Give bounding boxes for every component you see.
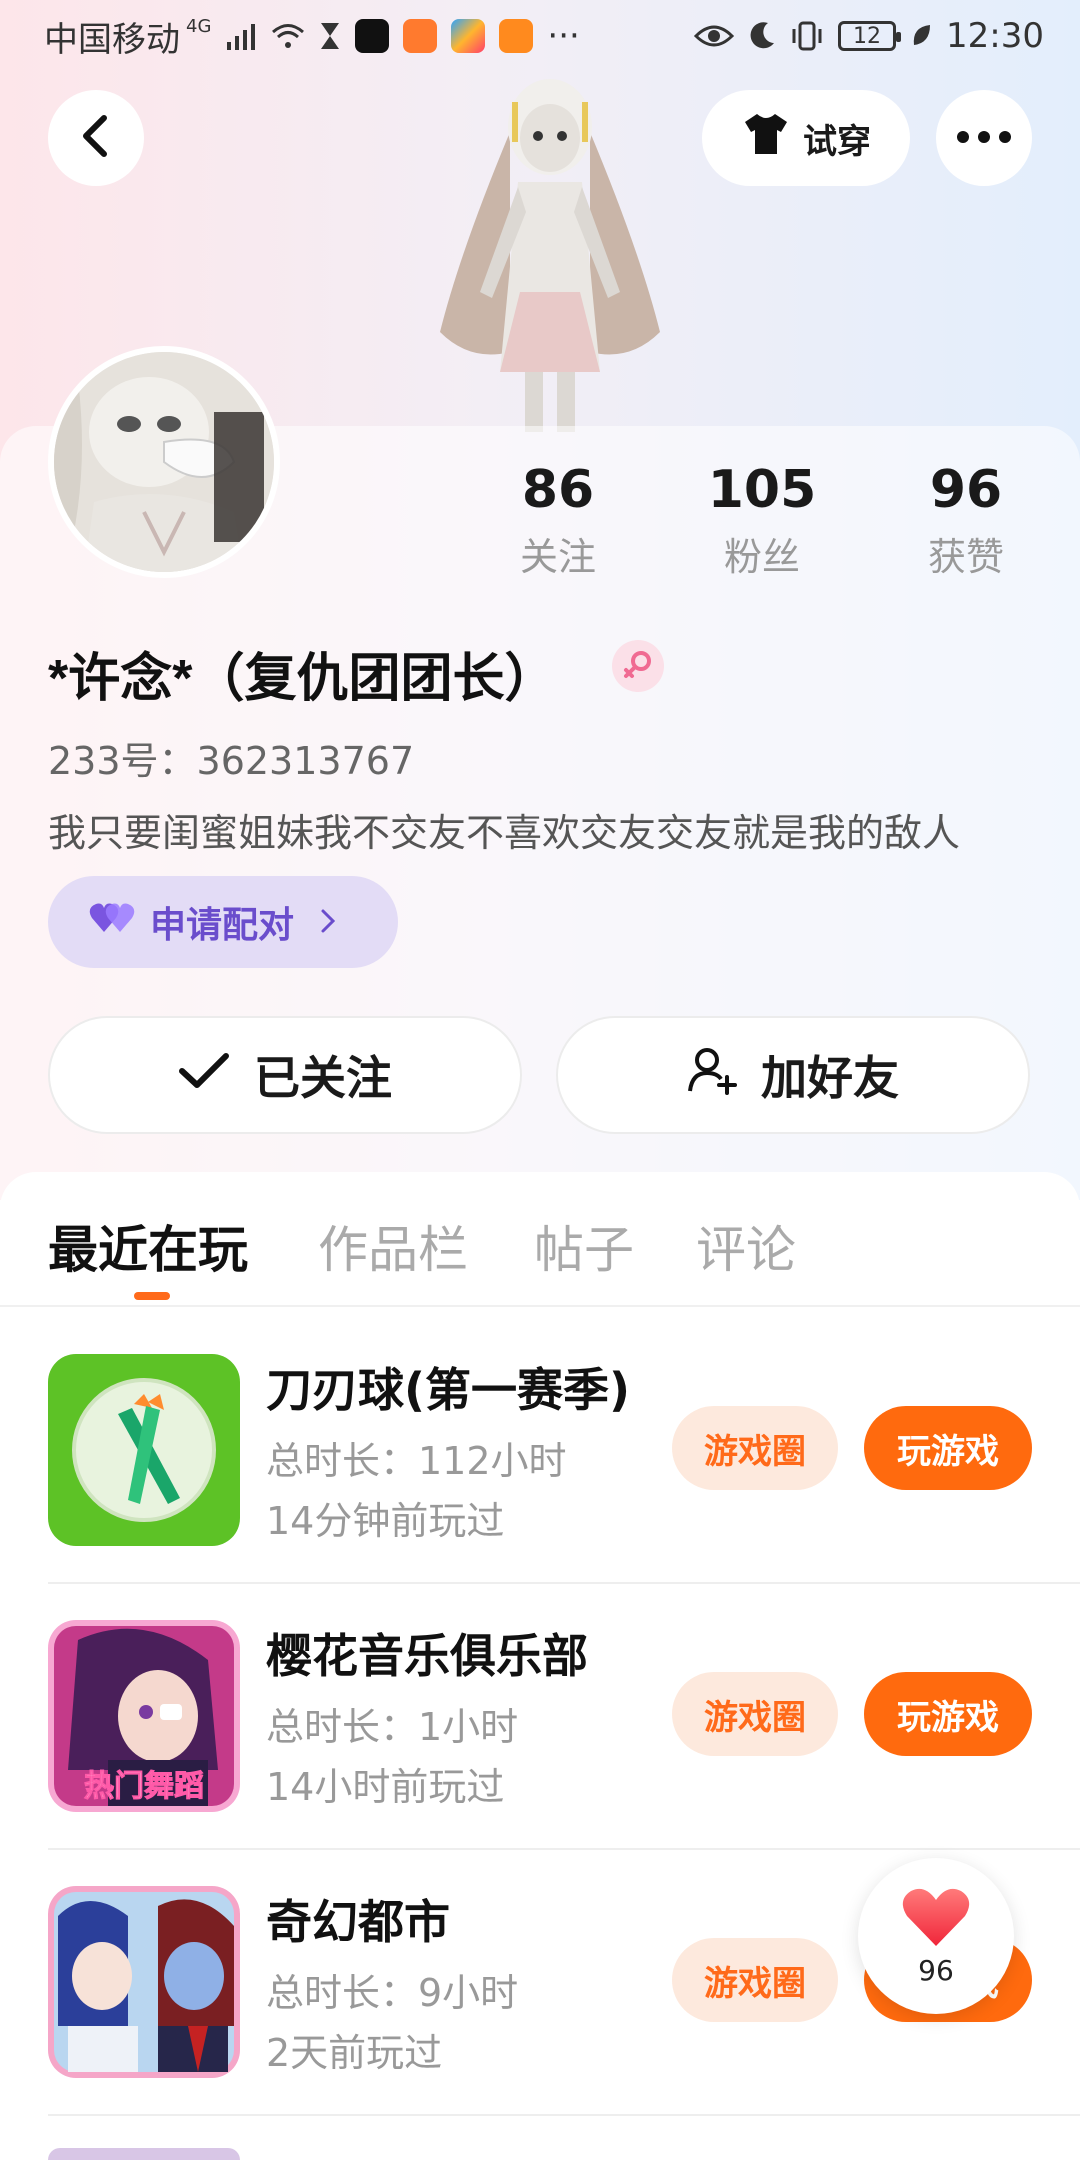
game-title: 刀刃球(第一赛季) xyxy=(266,1363,631,1417)
game-duration: 总时长：1小时 xyxy=(266,1705,519,1749)
stat-following-value: 86 xyxy=(521,460,595,520)
moon-icon xyxy=(748,21,776,51)
app-notification-icon-2 xyxy=(451,19,486,53)
profile-tabs: 最近在玩 作品栏 帖子 评论 xyxy=(0,1210,1080,1304)
user-avatar[interactable] xyxy=(48,346,280,578)
add-friend-button[interactable]: 加好友 xyxy=(556,1016,1030,1134)
stat-likes-value: 96 xyxy=(929,460,1003,520)
add-friend-label: 加好友 xyxy=(761,1051,899,1105)
game-title: 樱花音乐俱乐部 xyxy=(266,1629,588,1683)
status-bar: 中国移动 4G ··· 12 12:30 xyxy=(0,0,1080,72)
leaf-icon xyxy=(910,23,932,49)
app-notification-icon xyxy=(403,19,438,53)
add-user-icon xyxy=(687,1045,737,1106)
wifi-icon xyxy=(271,22,305,50)
carrier-label: 中国移动 xyxy=(44,19,180,60)
network-label: 4G xyxy=(186,15,212,37)
tab-recently-played[interactable]: 最近在玩 xyxy=(48,1210,248,1282)
game-icon-sakura-music-club[interactable]: 热门舞蹈 xyxy=(48,1620,240,1812)
game-duration: 总时长：9小时 xyxy=(266,1971,519,2015)
game-circle-button[interactable]: 游戏圈 xyxy=(672,1672,838,1756)
stat-followers-value: 105 xyxy=(707,460,817,520)
more-dots-icon xyxy=(956,129,1012,148)
game-icon-partial[interactable] xyxy=(48,2148,240,2160)
battery-level: 12 xyxy=(853,23,882,49)
capcut-app-icon xyxy=(355,19,390,53)
play-game-button[interactable]: 玩游戏 xyxy=(864,1406,1032,1490)
female-gender-icon xyxy=(612,640,664,692)
game-icon-badge-text: 热门舞蹈 xyxy=(84,1770,204,1803)
stat-followers[interactable]: 105 粉丝 xyxy=(682,460,842,581)
vibrate-icon xyxy=(790,21,824,51)
game-row[interactable]: 刀刃球(第一赛季) 总时长：112小时 14分钟前玩过 游戏圈 玩游戏 xyxy=(0,1354,1080,1620)
game-icon-fantasy-city[interactable] xyxy=(48,1886,240,2078)
tab-posts[interactable]: 帖子 xyxy=(534,1210,634,1282)
heart-icon xyxy=(901,1886,971,1952)
game-last-played: 14小时前玩过 xyxy=(266,1765,505,1809)
try-on-button[interactable]: 试穿 xyxy=(702,90,910,186)
more-notifications: ··· xyxy=(547,16,580,56)
tabs-divider xyxy=(0,1305,1080,1307)
game-icon-blade-ball[interactable] xyxy=(48,1354,240,1546)
more-options-button[interactable] xyxy=(936,90,1032,186)
battery-indicator: 12 xyxy=(838,21,902,51)
video-app-icon xyxy=(499,19,534,53)
stat-followers-label: 粉丝 xyxy=(723,535,800,579)
user-bio: 我只要闺蜜姐妹我不交友不喜欢交友交友就是我的敌人 xyxy=(48,811,961,855)
hourglass-icon xyxy=(319,21,341,51)
tab-comments[interactable]: 评论 xyxy=(696,1210,796,1282)
stat-likes[interactable]: 96 获赞 xyxy=(886,460,1046,581)
tab-works[interactable]: 作品栏 xyxy=(318,1210,468,1282)
chevron-left-icon xyxy=(78,114,114,162)
eye-icon xyxy=(694,22,735,50)
like-count: 96 xyxy=(918,1953,954,1987)
request-pair-label: 申请配对 xyxy=(150,905,295,946)
active-tab-indicator xyxy=(134,1292,170,1300)
user-id: 233号：362313767 xyxy=(48,739,415,783)
game-title: 奇幻都市 xyxy=(266,1895,450,1949)
game-last-played: 14分钟前玩过 xyxy=(266,1499,505,1543)
game-circle-button[interactable]: 游戏圈 xyxy=(672,1406,838,1490)
game-last-played: 2天前玩过 xyxy=(266,2031,443,2075)
game-duration: 总时长：112小时 xyxy=(266,1439,567,1483)
like-float-button[interactable]: 96 xyxy=(858,1858,1014,2014)
tshirt-icon xyxy=(741,112,791,165)
stat-likes-label: 获赞 xyxy=(927,535,1004,579)
game-circle-button[interactable]: 游戏圈 xyxy=(672,1938,838,2022)
stat-following[interactable]: 86 关注 xyxy=(478,460,638,581)
request-pair-button[interactable]: 申请配对 xyxy=(48,876,398,968)
clock-time: 12:30 xyxy=(946,16,1044,56)
row-divider xyxy=(48,1582,1080,1584)
back-button[interactable] xyxy=(48,90,144,186)
avatar-character-figure[interactable] xyxy=(400,72,700,432)
following-button[interactable]: 已关注 xyxy=(48,1016,522,1134)
row-divider xyxy=(48,1848,1080,1850)
chevron-right-icon xyxy=(320,902,336,943)
checkmark-icon xyxy=(178,1048,230,1102)
try-on-label: 试穿 xyxy=(803,121,871,162)
play-game-button[interactable]: 玩游戏 xyxy=(864,1672,1032,1756)
game-row[interactable]: 热门舞蹈 樱花音乐俱乐部 总时长：1小时 14小时前玩过 游戏圈 玩游戏 xyxy=(0,1620,1080,1886)
double-heart-icon xyxy=(88,900,136,945)
following-label: 已关注 xyxy=(254,1051,392,1105)
username: *许念*（复仇团团长） xyxy=(48,650,557,708)
row-divider xyxy=(48,2114,1080,2116)
signal-icon xyxy=(225,22,257,50)
stat-following-label: 关注 xyxy=(519,535,596,579)
